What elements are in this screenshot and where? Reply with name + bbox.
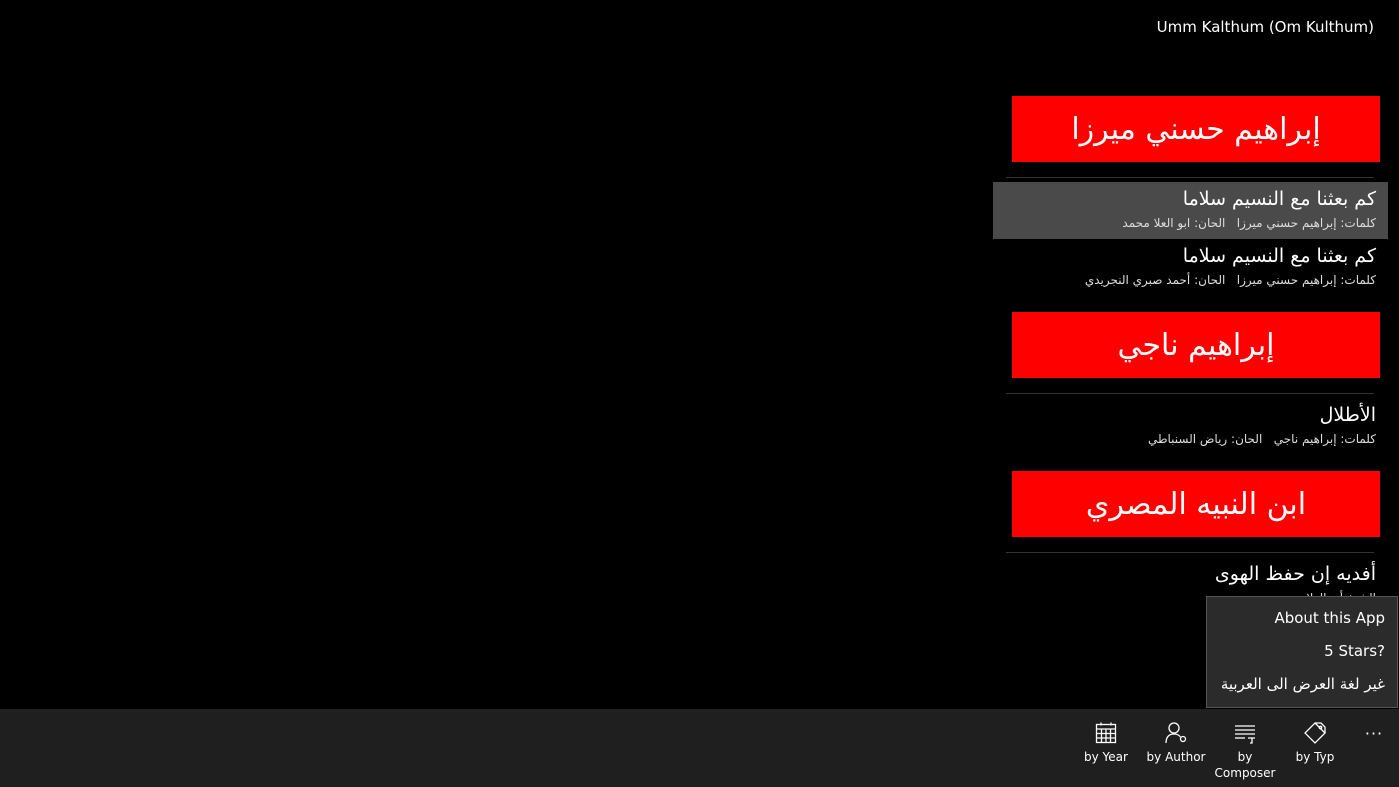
group-header[interactable]: ابن النبيه المصري [1012,471,1380,537]
by-year-label: by Year [1084,750,1128,764]
more-button[interactable]: ··· [1362,724,1386,744]
song-title: كم بعثنا مع النسيم سلاما [1182,188,1376,210]
by-author-button[interactable]: by Author [1141,721,1211,765]
group-header[interactable]: إبراهيم ناجي [1012,312,1380,378]
lyricist: إبراهيم ناجي [1273,432,1337,446]
list-item[interactable]: كم بعثنا مع النسيم سلاما كلمات: إبراهيم … [993,182,1388,239]
lyrics-label: كلمات: [1340,273,1376,287]
list-item[interactable]: كم بعثنا مع النسيم سلاما كلمات: إبراهيم … [993,239,1388,296]
menu-item-about[interactable]: About this App [1207,602,1397,635]
lyricist: إبراهيم حسني ميرزا [1236,216,1337,230]
by-year-button[interactable]: by Year [1071,721,1141,765]
by-composer-button[interactable]: by Composer [1210,721,1280,781]
divider [1006,177,1374,178]
composer-label: الحان: [1194,273,1226,287]
composer: أحمد صبري النجريدي [1084,273,1191,287]
list-item[interactable]: الأطلال كلمات: إبراهيم ناجي الحان: رياض … [993,398,1388,455]
divider [1006,393,1374,394]
tag-icon [1304,722,1326,744]
by-composer-label: by Composer [1214,750,1276,780]
lyrics-label: كلمات: [1340,216,1376,230]
song-title: أفديه إن حفظ الهوى [1214,563,1376,585]
lyrics-label: كلمات: [1340,432,1376,446]
person-icon [1165,722,1187,744]
song-meta: كلمات: إبراهيم حسني ميرزا الحان: أحمد صب… [993,269,1376,291]
by-author-label: by Author [1146,750,1206,764]
lyricist: إبراهيم حسني ميرزا [1236,273,1337,287]
song-title: كم بعثنا مع النسيم سلاما [1182,245,1376,267]
overflow-menu: About this App 5 Stars? غير لغة العرض ال… [1206,596,1398,708]
song-meta: كلمات: إبراهيم حسني ميرزا الحان: ابو الع… [993,212,1376,234]
app-title: Umm Kalthum (Om Kulthum) [1156,18,1374,36]
by-type-button[interactable]: by Typ [1280,721,1350,765]
menu-item-language[interactable]: غير لغة العرض الى العربية [1207,668,1397,701]
list-icon [1235,725,1255,744]
divider [1006,552,1374,553]
song-title: الأطلال [1319,404,1376,426]
calendar-icon [1095,722,1117,744]
composer: رياض السنباطي [1147,432,1228,446]
composer-label: الحان: [1231,432,1263,446]
composer-label: الحان: [1194,216,1226,230]
song-meta: كلمات: إبراهيم ناجي الحان: رياض السنباطي [993,428,1376,450]
app-bar: by Year by Author by Composer by Typ ··· [0,709,1399,787]
by-type-label: by Typ [1295,750,1335,764]
group-header[interactable]: إبراهيم حسني ميرزا [1012,96,1380,162]
composer: ابو العلا محمد [1122,216,1191,230]
menu-item-rate[interactable]: 5 Stars? [1207,635,1397,668]
